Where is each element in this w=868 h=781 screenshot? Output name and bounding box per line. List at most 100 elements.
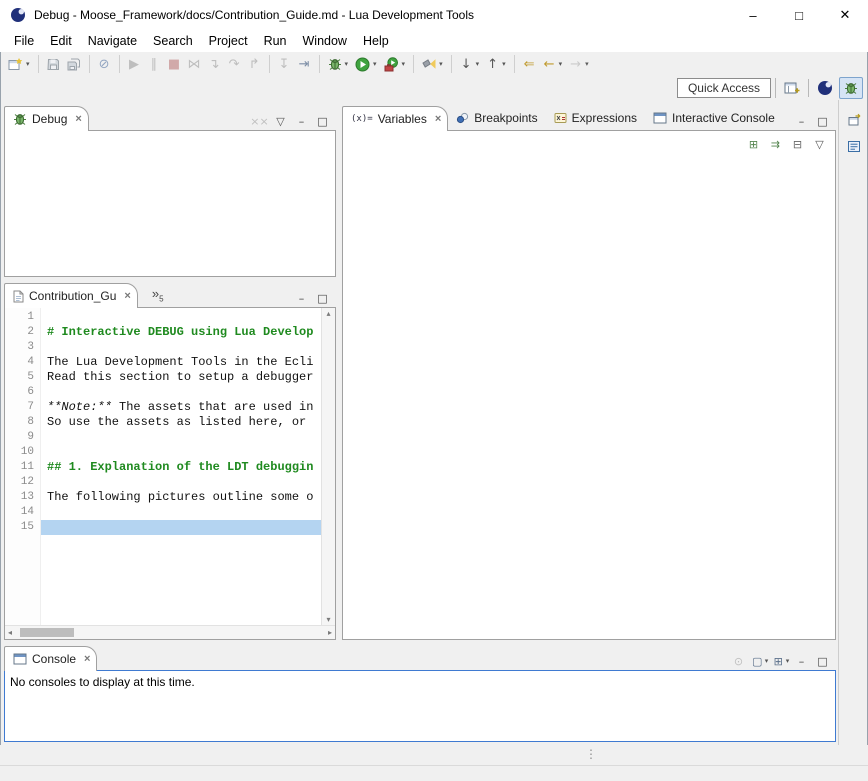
open-perspective-button[interactable] (780, 77, 804, 99)
menu-file[interactable]: File (6, 30, 42, 52)
tab-breakpoints[interactable]: Breakpoints (448, 106, 545, 130)
tab-variables[interactable]: (x)=Variables× (342, 106, 448, 131)
minimize-window-button[interactable]: – (730, 0, 776, 30)
debug-icon (328, 56, 342, 72)
maximize-button[interactable]: □ (813, 652, 832, 670)
close-tab-icon[interactable]: × (75, 113, 81, 125)
tab-interactive-console[interactable]: Interactive Console (645, 106, 783, 130)
use-step-filters-button[interactable]: ⇥ (295, 53, 314, 75)
menu-run[interactable]: Run (256, 30, 295, 52)
line-number: 7 (5, 400, 34, 415)
minimize-icon: – (795, 113, 808, 129)
drop-to-frame-icon: ↧ (278, 56, 291, 72)
code-line[interactable]: # Interactive DEBUG using Lua Develop (41, 325, 321, 340)
maximize-button[interactable]: □ (313, 112, 332, 130)
close-tab-icon[interactable]: × (124, 290, 130, 302)
scroll-right-icon[interactable]: ▸ (328, 628, 332, 637)
vars-icon: (x)= (351, 114, 373, 124)
minimize-button[interactable]: – (792, 112, 811, 130)
line-number: 14 (5, 505, 34, 520)
code-line[interactable] (41, 475, 321, 490)
code-line[interactable]: So use the assets as listed here, or (41, 415, 321, 430)
code-line[interactable] (41, 505, 321, 520)
menu-search[interactable]: Search (145, 30, 201, 52)
lua-perspective-button[interactable] (813, 77, 837, 99)
collapse-all-button[interactable]: ⊟ (788, 135, 807, 153)
previous-annotation-button[interactable]: ↑▾ (483, 53, 509, 75)
minimize-button[interactable]: – (292, 289, 311, 307)
suspend-icon: ∥ (148, 56, 161, 72)
restore-minimized-views-button[interactable] (843, 109, 865, 129)
scroll-left-icon[interactable]: ◂ (8, 628, 12, 637)
search-torch-button[interactable]: ▾ (419, 53, 446, 75)
display-console-button[interactable]: ▢▾ (750, 652, 769, 670)
quick-access-box[interactable]: Quick Access (677, 78, 771, 98)
code-line[interactable]: The following pictures outline some o (41, 490, 321, 505)
tab-console[interactable]: Console × (4, 646, 97, 671)
menu-edit[interactable]: Edit (42, 30, 80, 52)
editor-area[interactable]: 123456789101112131415 # Interactive DEBU… (4, 307, 336, 640)
code-line[interactable] (41, 340, 321, 355)
show-type-names-button[interactable]: ⊞ (744, 135, 763, 153)
scroll-up-icon[interactable]: ▴ (322, 309, 335, 318)
next-annotation-button[interactable]: ↓▾ (457, 53, 483, 75)
tab-overflow-indicator[interactable]: »5 (152, 286, 164, 304)
code-line[interactable] (41, 445, 321, 460)
editor-code[interactable]: # Interactive DEBUG using Lua Develop The… (41, 308, 321, 625)
tab-expressions[interactable]: Expressions (546, 106, 645, 130)
tab-contribution-guide[interactable]: Contribution_Gu × (4, 283, 138, 308)
editor-gutter[interactable]: 123456789101112131415 (5, 308, 41, 625)
show-logical-structures-button[interactable]: ⇉ (766, 135, 785, 153)
console-content[interactable]: No consoles to display at this time. (4, 670, 836, 742)
variables-view-content[interactable]: ⊞⇉⊟▽ (342, 130, 836, 640)
open-console-button[interactable]: ⊞▾ (771, 652, 790, 670)
app-logo-icon (10, 7, 26, 23)
maximize-button[interactable]: □ (813, 112, 832, 130)
scrollbar-thumb[interactable] (20, 628, 74, 637)
skip-all-breakpoints-button: ⊘ (95, 53, 114, 75)
editor-horizontal-scrollbar[interactable]: ◂ ▸ (5, 625, 335, 639)
code-line[interactable]: ## 1. Explanation of the LDT debuggin (41, 460, 321, 475)
maximize-button[interactable]: □ (313, 289, 332, 307)
editor-vertical-scrollbar[interactable]: ▴ ▾ (321, 308, 335, 625)
close-tab-icon[interactable]: × (84, 653, 90, 665)
debug-view-content[interactable] (4, 130, 336, 277)
view-menu-button[interactable]: ▽ (810, 135, 829, 153)
close-window-button[interactable]: ✕ (822, 0, 868, 30)
dropdown-arrow-icon: ▾ (26, 60, 30, 68)
debug-button[interactable]: ▾ (325, 53, 352, 75)
line-number: 15 (5, 520, 34, 535)
code-line[interactable] (41, 430, 321, 445)
minimize-button[interactable]: – (792, 652, 811, 670)
back-button[interactable]: ←▾ (540, 53, 566, 75)
sash-grip[interactable]: ⋮ (585, 747, 597, 761)
menu-project[interactable]: Project (201, 30, 256, 52)
menu-window[interactable]: Window (295, 30, 355, 52)
code-line[interactable]: **Note:** The assets that are used in (41, 400, 321, 415)
perspective-bar (780, 77, 863, 99)
menu-navigate[interactable]: Navigate (80, 30, 145, 52)
view-menu-button[interactable]: ▽ (271, 112, 290, 130)
external-tools-button[interactable]: ▾ (381, 53, 409, 75)
debug-perspective-button[interactable] (839, 77, 863, 99)
close-tab-icon[interactable]: × (435, 113, 441, 125)
code-line[interactable] (41, 520, 321, 535)
last-edit-location-button[interactable]: ⇐ (520, 53, 539, 75)
console-icon (653, 112, 667, 124)
scroll-down-icon[interactable]: ▾ (322, 615, 335, 624)
code-line[interactable] (41, 310, 321, 325)
maximize-window-button[interactable]: □ (776, 0, 822, 30)
console-panel-toolbar: ⊙▢▾⊞▾–□ (729, 652, 836, 670)
run-icon (355, 56, 370, 72)
menu-help[interactable]: Help (355, 30, 397, 52)
new-button[interactable]: ▾ (5, 53, 33, 75)
terminate-button: ■ (165, 53, 184, 75)
tab-debug[interactable]: Debug × (4, 106, 89, 131)
minimize-button[interactable]: – (292, 112, 311, 130)
run-button[interactable]: ▾ (352, 53, 380, 75)
back-icon: ← (543, 56, 556, 72)
minimized-view-button[interactable] (843, 136, 865, 156)
code-line[interactable]: Read this section to setup a debugger (41, 370, 321, 385)
code-line[interactable]: The Lua Development Tools in the Ecli (41, 355, 321, 370)
code-line[interactable] (41, 385, 321, 400)
